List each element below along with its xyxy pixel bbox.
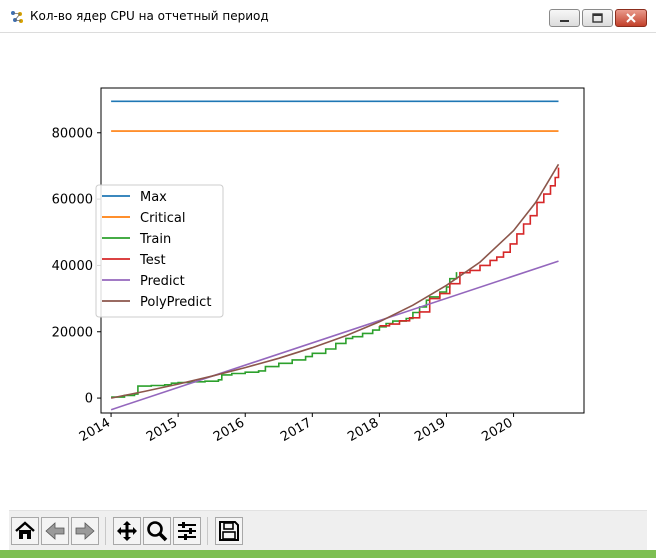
minimize-icon xyxy=(560,20,569,22)
legend-label: Predict xyxy=(140,274,185,289)
y-tick-label: 60000 xyxy=(52,193,93,208)
x-tick-label: 2017 xyxy=(278,415,314,445)
title-bar[interactable]: Кол-во ядер CPU на отчетный период xyxy=(0,0,656,33)
home-icon xyxy=(15,521,35,539)
close-button[interactable] xyxy=(615,9,647,27)
navigation-toolbar xyxy=(9,510,647,550)
x-axis: 2014 2015 2016 2017 2018 2019 2020 xyxy=(77,413,516,445)
y-axis: 0 20000 40000 60000 80000 xyxy=(52,126,101,407)
forward-arrow-icon xyxy=(75,522,95,540)
window-frame-left xyxy=(0,33,9,550)
legend-label: PolyPredict xyxy=(140,295,211,310)
sliders-icon xyxy=(178,522,196,540)
pan-icon xyxy=(117,521,137,541)
save-icon xyxy=(219,521,239,541)
maximize-icon xyxy=(592,13,603,23)
toolbar-separator xyxy=(105,517,106,545)
zoom-button[interactable] xyxy=(143,517,171,545)
configure-subplots-button[interactable] xyxy=(173,517,201,545)
y-tick-label: 0 xyxy=(85,392,93,407)
legend-label: Max xyxy=(140,190,167,205)
legend: Max Critical Train Test Predict PolyPredict xyxy=(95,184,224,318)
y-tick-label: 80000 xyxy=(52,126,93,141)
x-tick-label: 2015 xyxy=(144,415,180,445)
home-button[interactable] xyxy=(11,517,39,545)
back-button[interactable] xyxy=(41,517,69,545)
back-arrow-icon xyxy=(45,522,65,540)
forward-button[interactable] xyxy=(71,517,99,545)
x-tick-label: 2018 xyxy=(345,415,381,445)
window-frame-right xyxy=(647,33,656,550)
python-app-icon xyxy=(9,9,25,25)
figure-canvas[interactable]: 2014 2015 2016 2017 2018 2019 2020 0 20000 40000… xyxy=(9,33,647,510)
legend-label: Test xyxy=(139,253,166,268)
series-line-test xyxy=(379,167,560,327)
y-tick-label: 20000 xyxy=(52,325,93,340)
legend-label: Train xyxy=(139,232,171,247)
zoom-icon xyxy=(147,521,168,542)
legend-label: Critical xyxy=(140,211,185,226)
x-tick-label: 2019 xyxy=(412,415,448,445)
minimize-button[interactable] xyxy=(549,9,580,27)
close-icon xyxy=(626,13,636,23)
maximize-button[interactable] xyxy=(582,9,613,27)
y-tick-label: 40000 xyxy=(52,259,93,274)
app-window: Кол-во ядер CPU на отчетный период 2014 2… xyxy=(0,0,656,558)
save-button[interactable] xyxy=(215,517,243,545)
x-tick-label: 2020 xyxy=(479,415,515,445)
pan-button[interactable] xyxy=(113,517,141,545)
toolbar-separator xyxy=(207,517,208,545)
line-chart: 2014 2015 2016 2017 2018 2019 2020 0 20000 40000… xyxy=(52,87,585,445)
x-tick-label: 2014 xyxy=(77,415,113,445)
window-title: Кол-во ядер CPU на отчетный период xyxy=(30,9,269,23)
x-tick-label: 2016 xyxy=(211,415,247,445)
taskbar-edge xyxy=(0,550,656,558)
